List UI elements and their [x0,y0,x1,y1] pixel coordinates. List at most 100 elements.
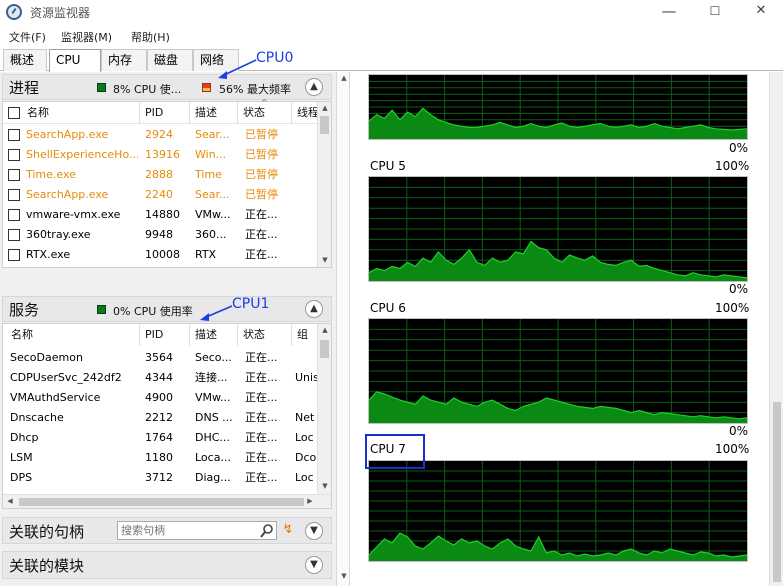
cpu-graph [368,460,748,562]
handles-expand-icon[interactable]: ▼ [305,522,323,540]
scroll-down-icon[interactable]: ▼ [318,482,332,490]
scroll-up-icon[interactable]: ▲ [318,104,332,112]
row-checkbox[interactable] [8,189,20,201]
row-checkbox[interactable] [8,209,20,221]
process-description: VMw... [195,208,231,221]
service-description: DHC... [195,431,230,444]
left-panel: 进程 8% CPU 使... 56% 最大频率 ▲ 名称 PID 描述 状态 ^… [0,72,336,586]
process-status: 已暂停 [245,148,278,161]
scroll-left-icon[interactable]: ◀ [3,497,17,505]
cpu-usage-indicator-icon [97,305,106,314]
service-row[interactable]: Dhcp 1764 DHC... 正在... Loc [3,428,319,448]
scrollbar-thumb[interactable] [773,402,781,582]
scrollbar-thumb[interactable] [19,498,304,506]
column-divider[interactable] [291,102,292,124]
service-group [295,388,319,408]
cpu-usage-chart [369,75,747,139]
tab-cpu[interactable]: CPU [49,49,101,72]
resource-monitor-icon [6,4,22,20]
process-pid: 13916 [145,148,180,161]
service-row[interactable]: SecoDaemon 3564 Seco... 正在... [3,348,319,368]
process-row[interactable]: vmware-vmx.exe 14880 VMw... 正在... [3,205,319,225]
services-collapse-icon[interactable]: ▲ [305,300,323,318]
column-description[interactable]: 描述 [191,324,237,346]
resource-monitor-window: 资源监视器 — ☐ ✕ 文件(F) 监视器(M) 帮助(H) 概述 CPU 内存… [0,0,783,586]
service-row[interactable]: LSM 1180 Loca... 正在... Dco [3,448,319,468]
column-name[interactable]: 名称 [23,102,139,124]
process-pid: 9948 [145,228,173,241]
service-row[interactable]: VMAuthdService 4900 VMw... 正在... [3,388,319,408]
process-row[interactable]: 360tray.exe 9948 360... 正在... [3,225,319,245]
column-divider[interactable] [237,102,238,124]
processes-header[interactable]: 进程 8% CPU 使... 56% 最大频率 ▲ [2,74,332,100]
column-status[interactable]: 状态 [239,324,291,346]
scroll-down-icon[interactable]: ▼ [318,256,332,264]
column-divider[interactable] [189,324,190,346]
search-icon[interactable] [260,524,274,538]
process-row[interactable]: SearchApp.exe 2240 Sear... 已暂停 [3,185,319,205]
row-checkbox[interactable] [8,149,20,161]
process-name: SearchApp.exe [26,188,109,201]
graphs-vertical-scrollbar[interactable] [769,72,783,586]
column-name[interactable]: 名称 [7,324,139,346]
services-horizontal-scrollbar[interactable]: ◀ ▶ [3,494,331,508]
modules-expand-icon[interactable]: ▼ [305,556,323,574]
handles-search-input[interactable] [118,522,258,539]
process-row[interactable]: ShellExperienceHo... 13916 Win... 已暂停 [3,145,319,165]
menu-bar: 文件(F) 监视器(M) 帮助(H) [0,26,783,46]
menu-help[interactable]: 帮助(H) [131,29,170,45]
service-row[interactable]: CDPUserSvc_242df2 4344 连接... 正在... Unis [3,368,319,388]
column-divider[interactable] [237,324,238,346]
scroll-right-icon[interactable]: ▶ [303,497,317,505]
scroll-up-icon[interactable]: ▲ [318,326,332,334]
column-pid[interactable]: PID [141,102,189,124]
row-checkbox[interactable] [8,129,20,141]
processes-collapse-icon[interactable]: ▲ [305,78,323,96]
menu-monitor[interactable]: 监视器(M) [61,29,112,45]
services-vertical-scrollbar[interactable]: ▲ ▼ [317,324,331,494]
graph-min-label: 0% [729,282,749,296]
column-divider[interactable] [189,102,190,124]
cpu7-highlight-box [365,434,425,469]
column-divider[interactable] [291,324,292,346]
minimize-button[interactable]: — [646,0,692,24]
cpu-graph [368,176,748,282]
column-group[interactable]: 组 [293,324,319,346]
scrollbar-thumb[interactable] [320,340,329,358]
scroll-down-icon[interactable]: ▼ [337,572,351,580]
handles-header[interactable]: 关联的句柄 ↯ ▼ [2,517,332,544]
process-row[interactable]: SearchApp.exe 2924 Sear... 已暂停 [3,125,319,145]
column-divider[interactable] [139,324,140,346]
row-checkbox[interactable] [8,229,20,241]
scroll-up-icon[interactable]: ▲ [337,74,351,82]
select-all-checkbox[interactable] [8,107,20,119]
service-row[interactable]: DPS 3712 Diag... 正在... Loc [3,468,319,488]
handles-search-field[interactable] [117,521,277,540]
maximize-button[interactable]: ☐ [692,0,738,24]
tab-disk[interactable]: 磁盘 [147,49,193,71]
process-row[interactable]: Time.exe 2888 Time 已暂停 [3,165,319,185]
row-checkbox[interactable] [8,249,20,261]
tab-memory[interactable]: 内存 [101,49,147,71]
processes-vertical-scrollbar[interactable]: ▲ ▼ [317,102,331,267]
modules-header[interactable]: 关联的模块 ▼ [2,551,332,579]
menu-file[interactable]: 文件(F) [9,29,46,45]
cpu-usage-chart [369,177,747,281]
process-row[interactable]: RTX.exe 10008 RTX 正在... [3,245,319,265]
column-threads[interactable]: 线程 [293,102,319,124]
refresh-search-icon[interactable]: ↯ [279,522,297,540]
service-group: Net [295,411,315,424]
service-name: CDPUserSvc_242df2 [10,371,122,384]
service-row[interactable]: Dnscache 2212 DNS ... 正在... Net [3,408,319,428]
scrollbar-thumb[interactable] [320,116,329,134]
close-button[interactable]: ✕ [738,0,783,24]
row-checkbox[interactable] [8,169,20,181]
panel-splitter-scrollbar[interactable]: ▲ ▼ [336,72,350,586]
column-divider[interactable] [139,102,140,124]
process-name: SearchApp.exe [26,128,109,141]
process-status: 已暂停 [245,168,278,181]
tab-overview[interactable]: 概述 [3,49,47,71]
column-description[interactable]: 描述 [191,102,237,124]
services-header[interactable]: 服务 0% CPU 使用率 ▲ [2,296,332,322]
column-pid[interactable]: PID [141,324,189,346]
